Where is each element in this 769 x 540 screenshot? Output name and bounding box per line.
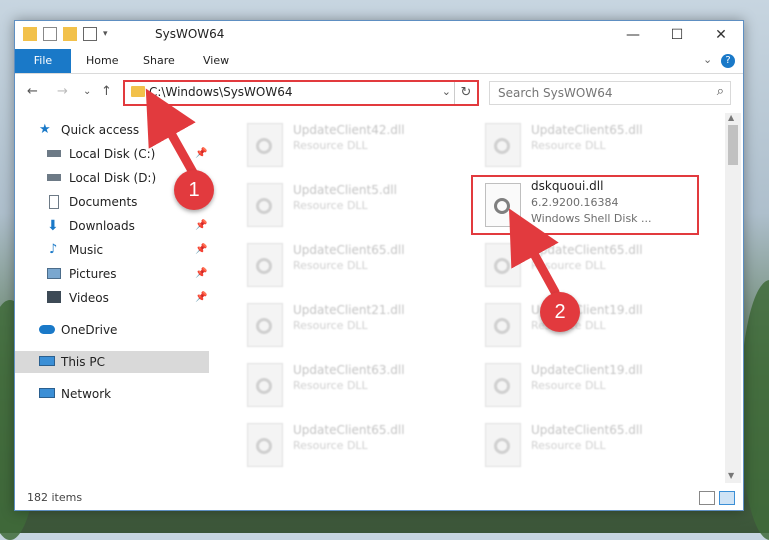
- step-2-badge: 2: [540, 292, 580, 332]
- step-1-badge: 1: [174, 170, 214, 210]
- arrow-1: [145, 88, 200, 181]
- arrow-2: [508, 208, 560, 297]
- annotation-arrows: [145, 88, 560, 297]
